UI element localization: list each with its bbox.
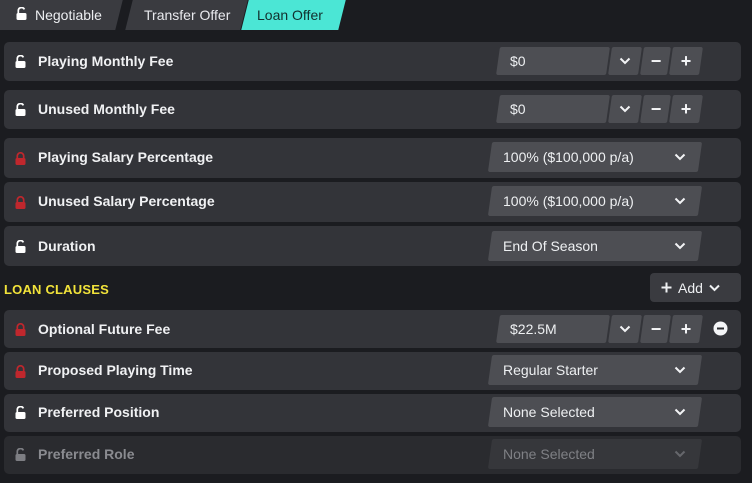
row-duration: Duration End Of Season [4,226,741,266]
tab-loan-offer-label: Loan Offer [257,7,323,23]
minus-button[interactable]: − [643,95,669,123]
row-unused-salary-percentage: Unused Salary Percentage 100% ($100,000 … [4,182,741,222]
row-label: Proposed Playing Time [38,362,193,378]
chevron-down-icon[interactable] [612,315,638,343]
row-label: Preferred Position [38,404,160,420]
row-playing-salary-percentage: Playing Salary Percentage 100% ($100,000… [4,138,741,178]
dropdown-value: None Selected [503,446,595,462]
add-clause-label: Add [678,279,703,296]
tab-negotiable-label: Negotiable [35,7,102,23]
add-clause-button[interactable]: Add [650,273,741,302]
unlock-icon[interactable] [15,406,26,419]
section-title-loan-clauses: LOAN CLAUSES [4,282,109,297]
row-label: Playing Salary Percentage [38,149,214,165]
offer-type-tabs: Negotiable Transfer Offer Loan Offer [0,0,752,30]
row-label: Unused Monthly Fee [38,101,175,117]
salary-percentage-dropdown[interactable]: 100% ($100,000 p/a) [487,142,703,172]
duration-dropdown[interactable]: End Of Season [487,231,703,261]
chevron-down-icon[interactable] [612,47,638,75]
row-label: Playing Monthly Fee [38,53,174,69]
dropdown-value: 100% ($100,000 p/a) [503,193,634,209]
tab-loan-offer[interactable]: Loan Offer [241,0,346,30]
row-playing-monthly-fee: Playing Monthly Fee $0 − + [4,42,741,81]
minus-button[interactable]: − [643,315,669,343]
plus-button[interactable]: + [673,95,699,123]
unlock-icon[interactable] [15,55,26,68]
row-preferred-position: Preferred Position None Selected [4,394,741,432]
row-label: Optional Future Fee [38,321,171,337]
dropdown-value: None Selected [503,404,595,420]
fee-stepper: $0 − + [496,95,705,123]
row-preferred-role: Preferred Role None Selected [4,436,741,474]
fee-value[interactable]: $0 [510,101,526,117]
fee-value[interactable]: $22.5M [510,321,557,337]
fee-stepper: $22.5M − + [496,315,705,343]
plus-button[interactable]: + [673,315,699,343]
playing-time-dropdown[interactable]: Regular Starter [487,355,703,385]
fee-value[interactable]: $0 [510,53,526,69]
dropdown-value: Regular Starter [503,362,598,378]
remove-clause-icon[interactable] [713,321,728,336]
plus-icon [661,282,672,293]
row-label: Preferred Role [38,446,135,462]
row-label: Unused Salary Percentage [38,193,215,209]
lock-icon[interactable] [15,323,26,336]
fee-stepper: $0 − + [496,47,705,75]
lock-icon[interactable] [15,152,26,165]
chevron-down-icon [674,450,686,458]
chevron-down-icon [674,408,686,416]
row-optional-future-fee: Optional Future Fee $22.5M − + [4,310,741,348]
row-unused-monthly-fee: Unused Monthly Fee $0 − + [4,90,741,129]
tab-negotiable[interactable]: Negotiable [0,0,123,30]
chevron-down-icon [674,366,686,374]
tab-transfer-offer[interactable]: Transfer Offer [125,0,248,30]
salary-percentage-dropdown[interactable]: 100% ($100,000 p/a) [487,186,703,216]
lock-icon[interactable] [15,365,26,378]
chevron-down-icon [674,153,686,161]
row-proposed-playing-time: Proposed Playing Time Regular Starter [4,352,741,390]
row-label: Duration [38,238,96,254]
chevron-down-icon [709,284,720,291]
chevron-down-icon [674,197,686,205]
preferred-position-dropdown[interactable]: None Selected [487,397,703,427]
unlock-icon [15,448,26,461]
lock-icon[interactable] [15,196,26,209]
plus-button[interactable]: + [673,47,699,75]
unlock-icon[interactable] [15,240,26,253]
unlock-icon [16,6,27,23]
dropdown-value: 100% ($100,000 p/a) [503,149,634,165]
unlock-icon[interactable] [15,103,26,116]
chevron-down-icon[interactable] [612,95,638,123]
minus-button[interactable]: − [643,47,669,75]
chevron-down-icon [674,242,686,250]
dropdown-value: End Of Season [503,238,598,254]
preferred-role-dropdown: None Selected [487,439,703,469]
tab-transfer-offer-label: Transfer Offer [144,7,231,23]
